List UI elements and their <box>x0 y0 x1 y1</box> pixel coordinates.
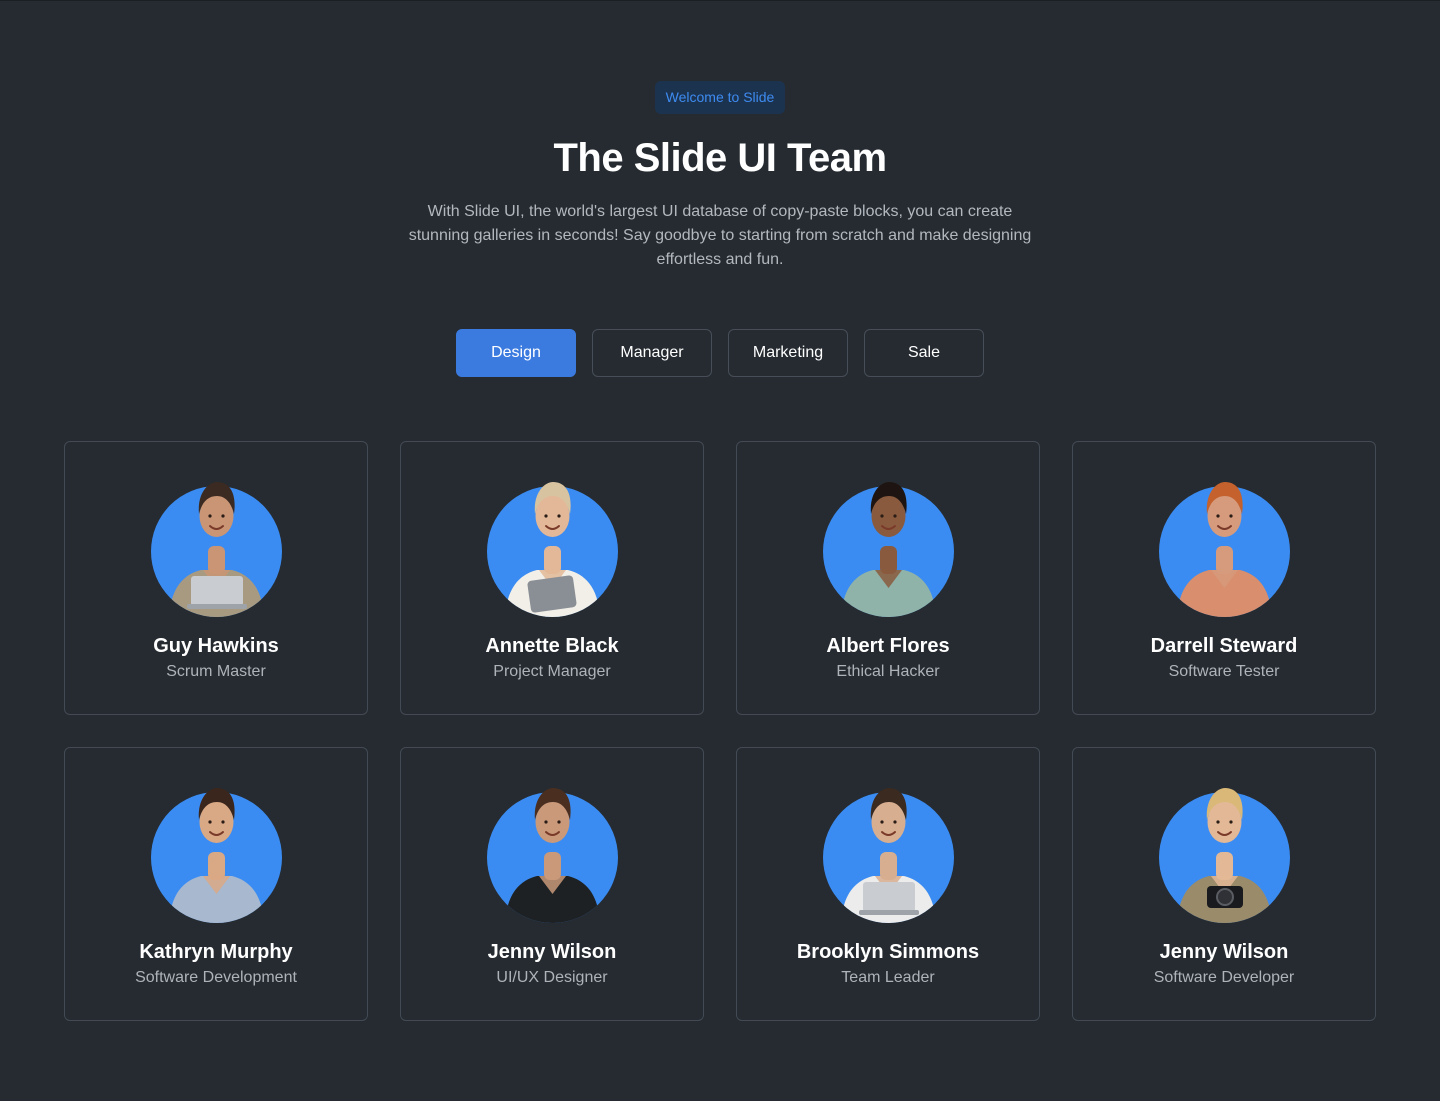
member-role: Project Manager <box>493 663 611 680</box>
page-title: The Slide UI Team <box>553 136 887 180</box>
avatar <box>486 476 618 617</box>
team-member-card[interactable]: Jenny Wilson Software Developer <box>1072 747 1376 1021</box>
avatar <box>822 782 954 923</box>
member-role: Software Development <box>135 969 297 986</box>
member-role: Ethical Hacker <box>836 663 940 680</box>
person-illustration <box>504 788 600 923</box>
team-member-card[interactable]: Albert Flores Ethical Hacker <box>736 441 1040 715</box>
team-member-card[interactable]: Kathryn Murphy Software Development <box>64 747 368 1021</box>
member-name: Brooklyn Simmons <box>796 941 980 963</box>
avatar <box>1158 782 1290 923</box>
member-name: Kathryn Murphy <box>139 941 293 963</box>
avatar <box>150 782 282 923</box>
team-member-card[interactable]: Jenny Wilson UI/UX Designer <box>400 747 704 1021</box>
member-name: Darrell Steward <box>1150 635 1298 657</box>
avatar <box>1158 476 1290 617</box>
page-subtitle: With Slide UI, the world's largest UI da… <box>408 203 1032 268</box>
member-name: Jenny Wilson <box>487 941 617 963</box>
team-member-card[interactable]: Annette Black Project Manager <box>400 441 704 715</box>
team-header: Welcome to Slide The Slide UI Team With … <box>0 81 1440 272</box>
person-illustration <box>1176 482 1272 617</box>
person-illustration <box>840 482 936 617</box>
category-tabs: Design Manager Marketing Sale <box>0 329 1440 377</box>
team-page: Welcome to Slide The Slide UI Team With … <box>0 0 1440 1101</box>
member-name: Annette Black <box>485 635 619 657</box>
member-role: Software Developer <box>1153 969 1295 986</box>
team-member-card[interactable]: Guy Hawkins Scrum Master <box>64 441 368 715</box>
member-role: Team Leader <box>841 969 935 986</box>
person-illustration <box>168 788 264 923</box>
member-name: Jenny Wilson <box>1159 941 1289 963</box>
team-grid: Guy Hawkins Scrum Master Annette Black P… <box>64 441 1376 1021</box>
team-member-card[interactable]: Darrell Steward Software Tester <box>1072 441 1376 715</box>
avatar <box>150 476 282 617</box>
person-illustration <box>504 482 600 617</box>
member-name: Albert Flores <box>826 635 950 657</box>
member-role: Scrum Master <box>166 663 266 680</box>
tab-manager[interactable]: Manager <box>592 329 712 377</box>
tab-design[interactable]: Design <box>456 329 576 377</box>
tab-sale[interactable]: Sale <box>864 329 984 377</box>
tab-marketing[interactable]: Marketing <box>728 329 848 377</box>
member-name: Guy Hawkins <box>153 635 279 657</box>
avatar <box>486 782 618 923</box>
avatar <box>822 476 954 617</box>
member-role: UI/UX Designer <box>496 969 608 986</box>
person-illustration <box>168 482 264 617</box>
team-member-card[interactable]: Brooklyn Simmons Team Leader <box>736 747 1040 1021</box>
person-illustration <box>840 788 936 923</box>
member-role: Software Tester <box>1168 663 1280 680</box>
welcome-badge: Welcome to Slide <box>654 81 786 114</box>
person-illustration <box>1176 788 1272 923</box>
